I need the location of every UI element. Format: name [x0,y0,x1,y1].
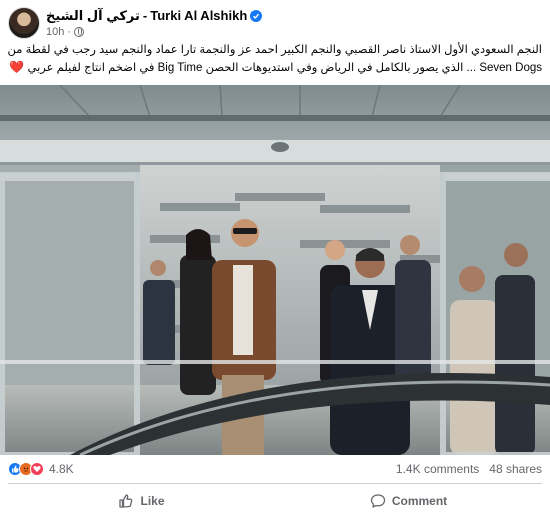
author-name-row[interactable]: تركي آل الشيخ - Turki Al Alshikh [46,7,263,24]
shares-count[interactable]: 48 shares [489,462,542,476]
actions-divider [8,483,542,484]
post-actions: Like Comment [8,486,542,516]
author-name-arabic[interactable]: تركي آل الشيخ [46,8,140,24]
reactions-bar: 4.8K 1.4K comments 48 shares [8,458,542,480]
post-photo[interactable] [0,85,550,455]
engagement-counts: 1.4K comments 48 shares [396,462,542,476]
like-button[interactable]: Like [8,486,275,516]
post-timestamp[interactable]: 10h [46,25,64,39]
verified-badge-icon [250,9,263,22]
comment-button-label: Comment [391,494,448,508]
meta-dot: · [67,25,72,38]
caption-line-2-wrap: Seven Dogs ... الذي يصور بالكامل في الري… [8,59,542,77]
facebook-post: تركي آل الشيخ - Turki Al Alshikh 10h · ا… [0,0,550,520]
caption-line-2: Seven Dogs ... الذي يصور بالكامل في الري… [27,62,542,74]
love-reaction-icon [30,462,44,476]
author-name-separator: - [142,7,148,23]
like-button-label: Like [140,494,165,508]
thumbs-up-icon [118,493,134,509]
reaction-icons[interactable] [8,462,44,476]
comments-count[interactable]: 1.4K comments [396,462,479,476]
caption-line-1: النجم السعودي الأول الاستاذ ناصر القصبي … [8,44,542,56]
post-caption: النجم السعودي الأول الاستاذ ناصر القصبي … [8,42,542,77]
heart-emoji: ❤️ [9,60,25,74]
author-avatar[interactable] [8,7,40,39]
comment-bubble-icon [370,493,386,509]
globe-icon [74,26,85,37]
author-name-english[interactable]: Turki Al Alshikh [150,8,247,24]
post-meta: 10h · [46,25,262,39]
author-info: تركي آل الشيخ - Turki Al Alshikh 10h · [46,7,263,39]
reaction-count[interactable]: 4.8K [49,462,74,476]
comment-button[interactable]: Comment [275,486,542,516]
post-header: تركي آل الشيخ - Turki Al Alshikh 10h · [8,6,538,40]
